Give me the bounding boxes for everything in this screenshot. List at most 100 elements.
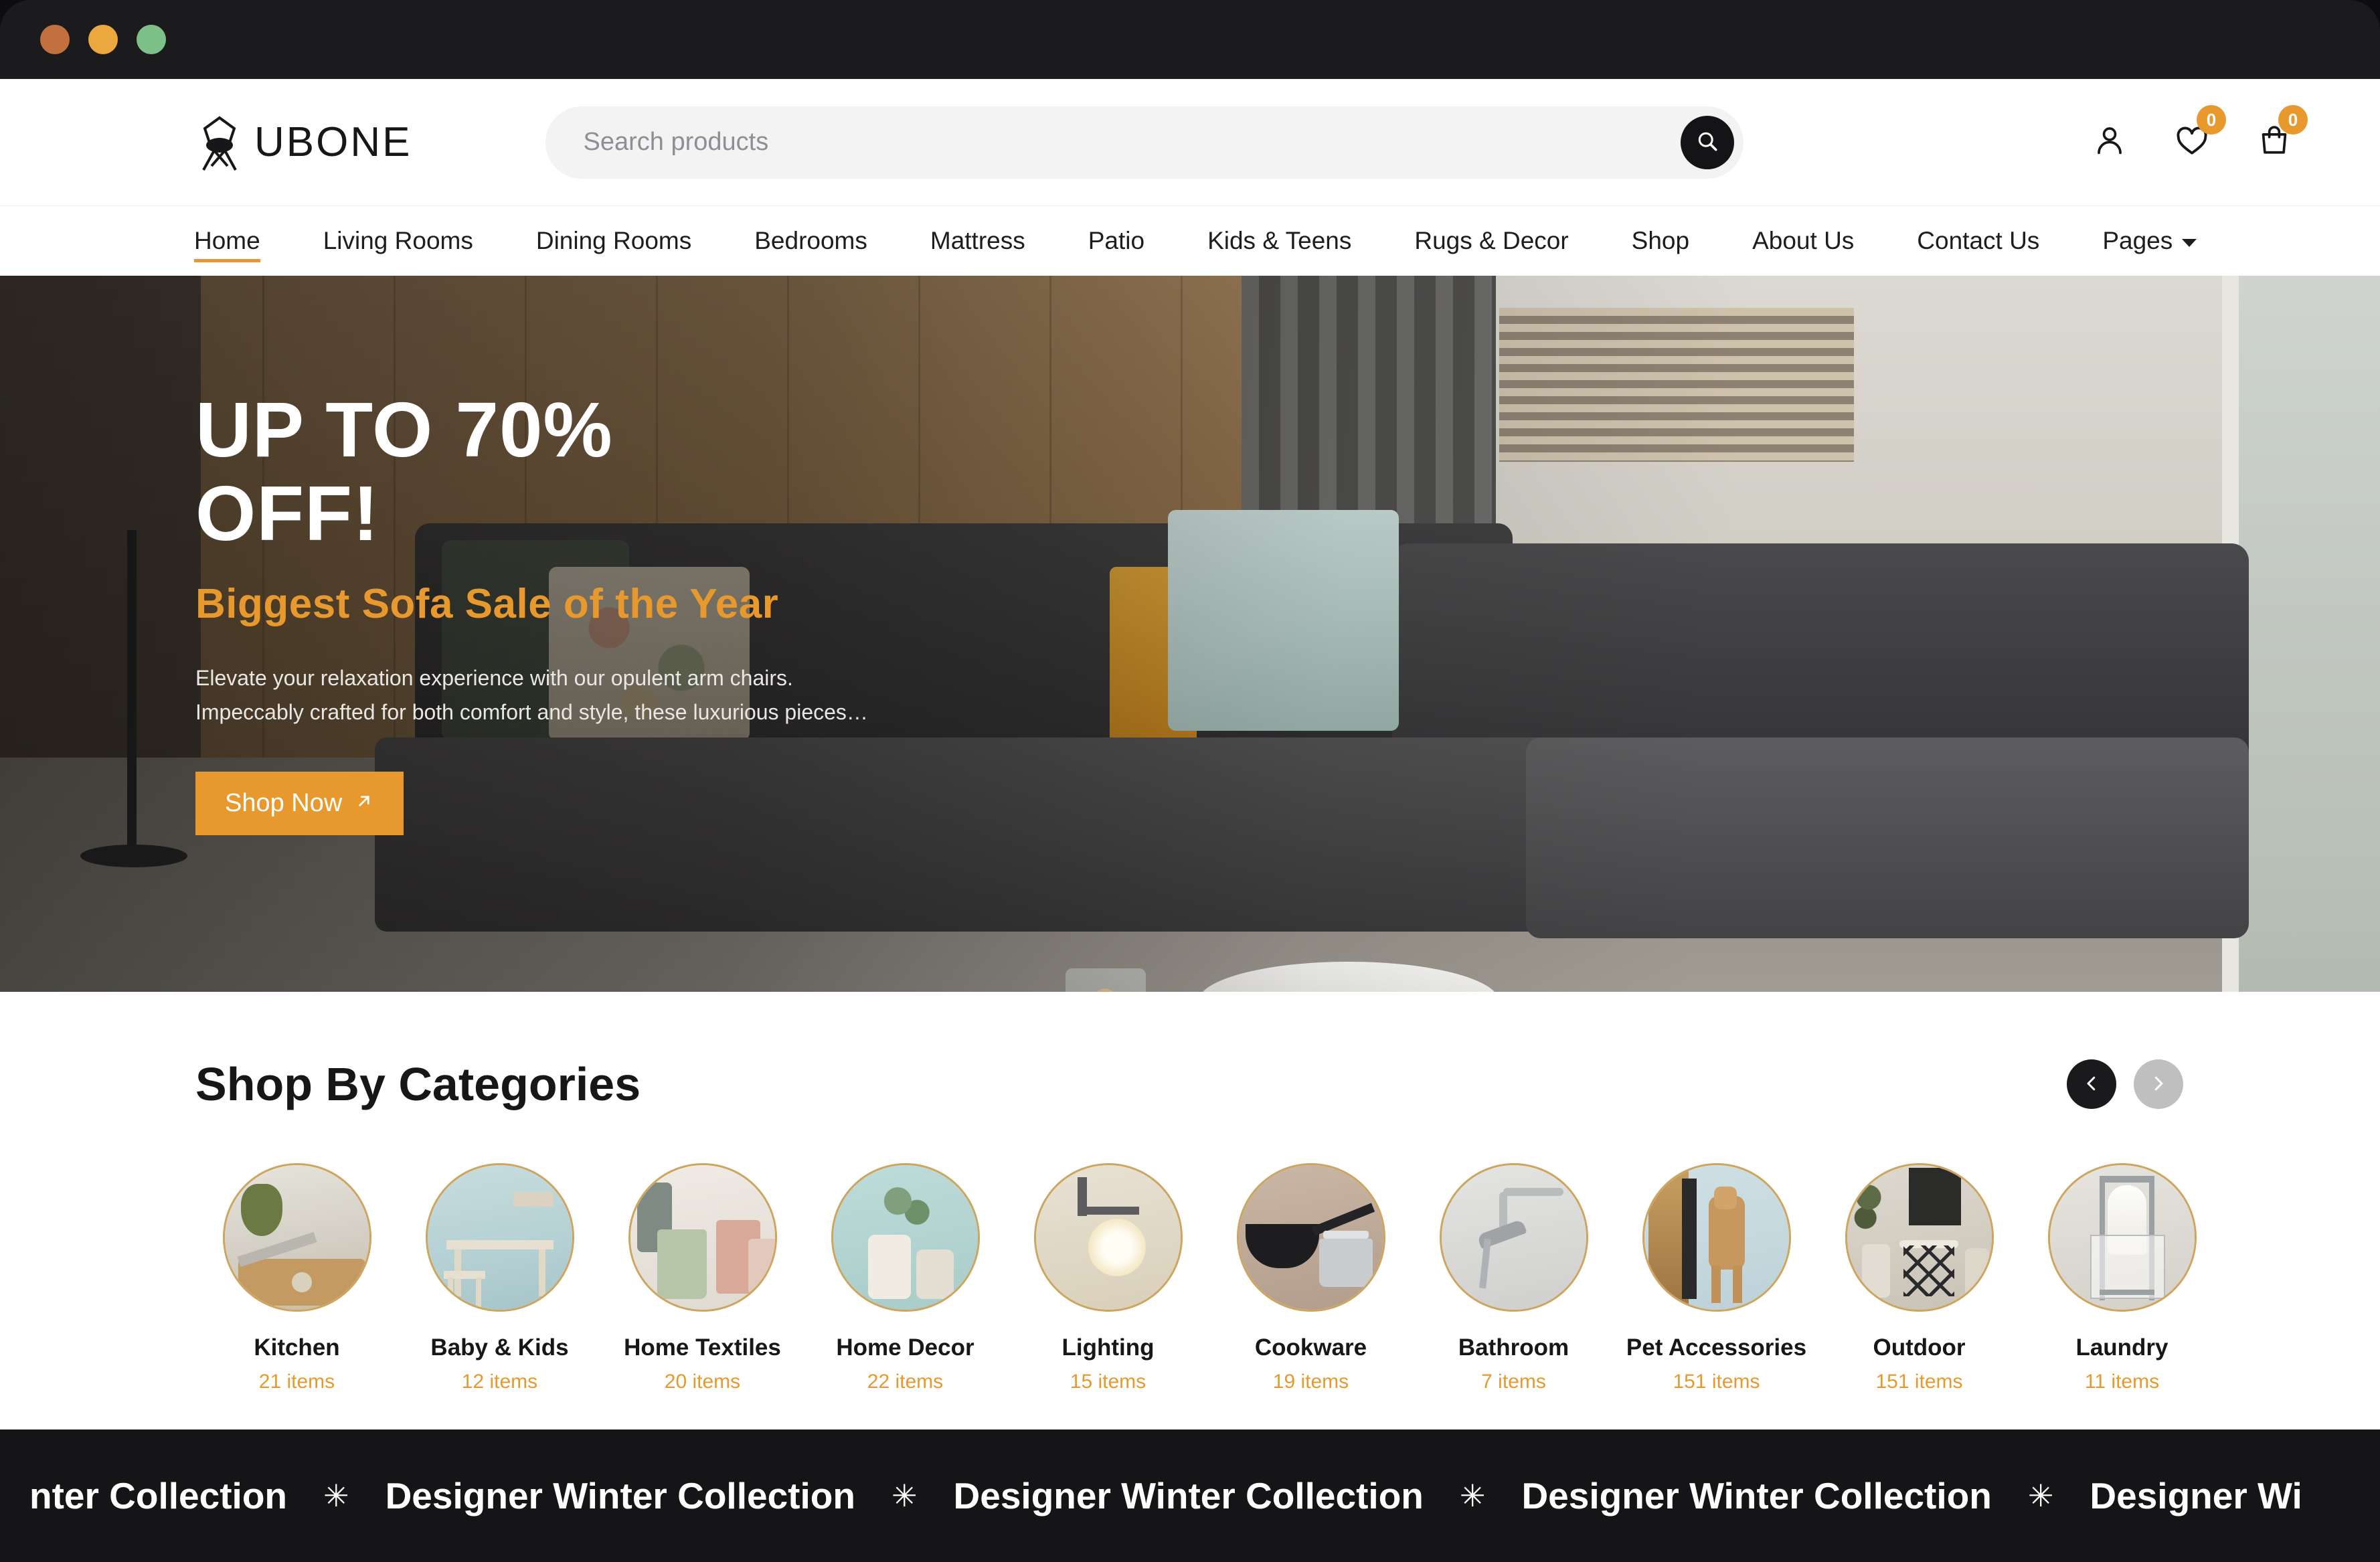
category-card-home-textiles[interactable]: Home Textiles 20 items [601,1163,804,1393]
category-name: Kitchen [254,1334,340,1361]
page-viewport: UBONE Search products 0 0 Home Living Ro… [0,79,2380,1562]
category-card-home-decor[interactable]: Home Decor 22 items [804,1163,1007,1393]
chair-logo-icon [194,114,245,171]
category-count: 15 items [1070,1371,1146,1393]
wishlist-button[interactable]: 0 [2174,105,2226,162]
category-name: Laundry [2075,1334,2169,1361]
categories-title: Shop By Categories [195,1058,641,1110]
nav-item-home[interactable]: Home [194,227,292,262]
window-close-button[interactable] [40,25,70,54]
category-image [1439,1163,1588,1312]
category-card-kitchen[interactable]: Kitchen 21 items [195,1163,398,1393]
carousel-next-button[interactable] [2134,1059,2183,1109]
hero-description-line-2: Impeccably crafted for both comfort and … [195,700,868,725]
cart-button[interactable]: 0 [2257,105,2308,162]
marquee-item: Designer Winter Collection [385,1475,855,1516]
window-maximize-button[interactable] [137,25,166,54]
category-image [628,1163,777,1312]
brand-logo[interactable]: UBONE [194,114,412,171]
category-card-outdoor[interactable]: Outdoor 151 items [1818,1163,2021,1393]
nav-item-pages[interactable]: Pages [2071,227,2228,255]
nav-label: Rugs & Decor [1414,227,1569,254]
category-count: 22 items [867,1371,944,1393]
arrow-up-right-icon [354,789,374,818]
search-bar[interactable] [545,106,1744,179]
site-header: UBONE Search products 0 0 [0,79,2380,206]
marquee-item: Designer Winter Collection [1521,1475,1992,1516]
category-image [1033,1163,1183,1312]
app-window: UBONE Search products 0 0 Home Living Ro… [0,0,2380,1562]
category-card-cookware[interactable]: Cookware 19 items [1209,1163,1412,1393]
hero-headline: UP TO 70% OFF! [195,386,613,557]
carousel-prev-button[interactable] [2067,1059,2116,1109]
nav-label: Contact Us [1917,227,2040,254]
nav-label: Shop [1631,227,1690,254]
category-name: Baby & Kids [430,1334,569,1361]
search-input[interactable] [545,128,1744,157]
category-image [222,1163,371,1312]
hero-description-line-1: Elevate your relaxation experience with … [195,665,793,690]
category-name: Outdoor [1873,1334,1966,1361]
hero-description: Elevate your relaxation experience with … [195,661,985,731]
nav-label: Pages [2102,227,2173,254]
categories-header: Shop By Categories [195,1057,2332,1111]
user-icon [2092,127,2127,161]
category-name: Home Decor [836,1334,974,1361]
chevron-down-icon [2182,239,2197,247]
category-card-pet-accessories[interactable]: Pet Accessories 151 items [1615,1163,1818,1393]
shop-now-label: Shop Now [225,789,343,818]
asterisk-icon: ✳ [1459,1478,1486,1513]
category-carousel: Kitchen 21 items Baby & Kids 12 items Ho… [195,1163,2332,1393]
category-card-baby-kids[interactable]: Baby & Kids 12 items [398,1163,601,1393]
marquee-item: Designer Wi [2090,1475,2302,1516]
category-image [2047,1163,2197,1312]
nav-label: About Us [1752,227,1855,254]
window-titlebar [0,0,2380,79]
nav-item-shop[interactable]: Shop [1600,227,1721,255]
category-name: Lighting [1061,1334,1155,1361]
nav-label: Kids & Teens [1207,227,1352,254]
marquee-track: nter Collection ✳ Designer Winter Collec… [0,1474,2332,1517]
hero-banner: UP TO 70% OFF! Biggest Sofa Sale of the Y… [0,276,2380,992]
hero-subheadline: Biggest Sofa Sale of the Year [195,580,779,627]
carousel-controls [2067,1059,2183,1109]
category-count: 19 items [1272,1371,1349,1393]
account-button[interactable] [2092,122,2127,162]
category-name: Home Textiles [624,1334,781,1361]
category-card-bathroom[interactable]: Bathroom 7 items [1412,1163,1615,1393]
nav-item-dining-rooms[interactable]: Dining Rooms [505,227,723,255]
nav-item-patio[interactable]: Patio [1057,227,1176,255]
category-count: 12 items [461,1371,538,1393]
nav-item-contact-us[interactable]: Contact Us [1885,227,2071,255]
nav-item-about-us[interactable]: About Us [1721,227,1885,255]
nav-label: Bedrooms [754,227,867,254]
nav-item-bedrooms[interactable]: Bedrooms [723,227,899,255]
nav-item-living-rooms[interactable]: Living Rooms [292,227,505,255]
window-minimize-button[interactable] [88,25,118,54]
nav-label: Patio [1088,227,1145,254]
shop-now-button[interactable]: Shop Now [195,772,404,836]
search-icon [1695,129,1719,155]
brand-name: UBONE [254,119,412,165]
category-count: 151 items [1673,1371,1760,1393]
chevron-right-icon [2148,1073,2169,1096]
category-image [1642,1163,1791,1312]
marquee-item: Designer Winter Collection [953,1475,1424,1516]
chevron-left-icon [2081,1073,2102,1096]
heart-icon [2174,126,2210,161]
nav-item-rugs-decor[interactable]: Rugs & Decor [1383,227,1600,255]
nav-label: Home [194,227,260,254]
category-card-lighting[interactable]: Lighting 15 items [1007,1163,1209,1393]
shopping-bag-icon [2257,126,2292,161]
category-card-laundry[interactable]: Laundry 11 items [2021,1163,2223,1393]
asterisk-icon: ✳ [891,1478,918,1513]
category-image [425,1163,574,1312]
nav-item-kids-teens[interactable]: Kids & Teens [1176,227,1383,255]
category-count: 20 items [664,1371,741,1393]
category-image [831,1163,980,1312]
asterisk-icon: ✳ [323,1478,349,1513]
search-button[interactable] [1681,115,1735,169]
nav-label: Living Rooms [323,227,473,254]
nav-item-mattress[interactable]: Mattress [899,227,1057,255]
category-image [1236,1163,1385,1312]
